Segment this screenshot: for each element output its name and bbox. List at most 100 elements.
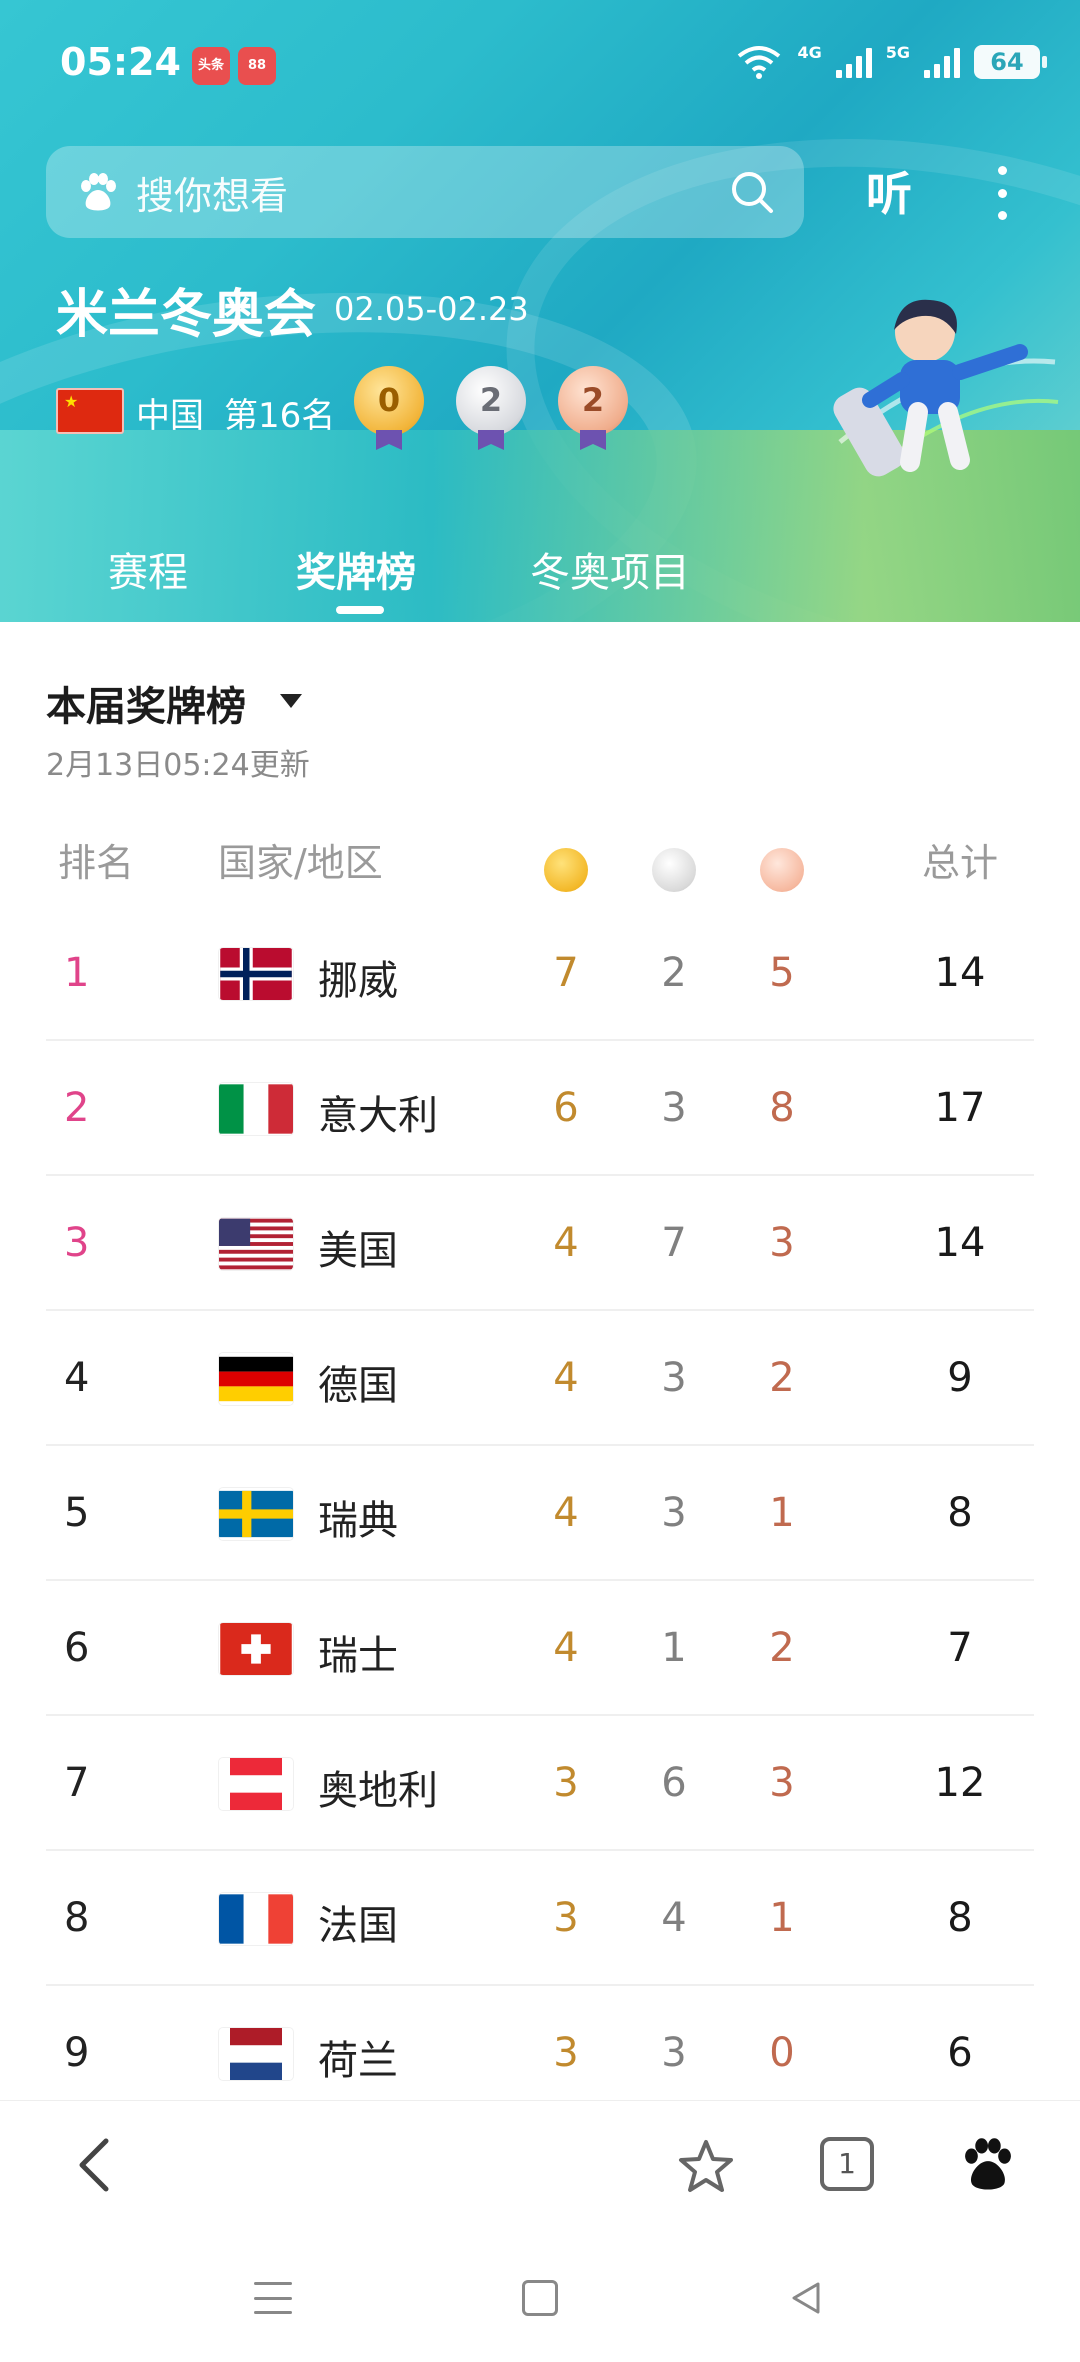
table-row[interactable]: 5 瑞典 4 3 1 8	[0, 1446, 1080, 1581]
table-row[interactable]: 4 德国 4 3 2 9	[0, 1311, 1080, 1446]
tab-events[interactable]: 冬奥项目	[530, 540, 690, 598]
home-icon[interactable]	[522, 2280, 558, 2316]
back-icon[interactable]	[70, 2135, 120, 2195]
germany-flag-icon	[219, 1356, 293, 1402]
row-bronze: 2	[769, 1355, 795, 1401]
tabs-icon[interactable]: 1	[820, 2137, 874, 2191]
caret-down-icon[interactable]	[280, 694, 302, 708]
system-back-icon[interactable]	[786, 2278, 826, 2318]
row-country: 荷兰	[318, 2038, 398, 2084]
row-silver: 2	[661, 950, 687, 996]
row-bronze: 1	[769, 1490, 795, 1536]
row-bronze: 1	[769, 1895, 795, 1941]
china-flag-icon: ★	[56, 388, 124, 434]
row-gold: 4	[553, 1490, 579, 1536]
row-silver: 1	[661, 1625, 687, 1671]
row-gold: 7	[553, 950, 579, 996]
row-gold: 4	[553, 1625, 579, 1671]
row-silver: 7	[661, 1220, 687, 1266]
usa-flag-icon	[219, 1218, 293, 1270]
table-row[interactable]: 6 瑞士 4 1 2 7	[0, 1581, 1080, 1716]
mascot-illustration	[833, 299, 1059, 477]
notification-app-icon: 88	[238, 47, 276, 85]
table-row[interactable]: 7 奥地利 3 6 3 12	[0, 1716, 1080, 1851]
row-gold: 4	[553, 1355, 579, 1401]
row-bronze: 3	[769, 1220, 795, 1266]
table-row[interactable]: 8 法国 3 4 1 8	[0, 1851, 1080, 1986]
row-rank: 7	[64, 1760, 90, 1806]
row-country: 瑞士	[318, 1633, 398, 1679]
tab-indicator	[336, 606, 384, 614]
search-icon[interactable]	[728, 168, 776, 216]
bronze-medal-icon	[760, 848, 804, 892]
row-rank: 8	[64, 1895, 90, 1941]
network-type-label: 4G	[797, 42, 822, 62]
table-row[interactable]: 1 挪威 7 2 5 14	[0, 906, 1080, 1041]
row-silver: 4	[661, 1895, 687, 1941]
row-gold: 3	[553, 1895, 579, 1941]
row-country: 意大利	[318, 1093, 438, 1139]
gold-medal-icon	[544, 848, 588, 892]
table-row[interactable]: 2 意大利 6 3 8 17	[0, 1041, 1080, 1176]
silver-medal-count: 2	[456, 366, 526, 436]
hero-banner: 05:24 头条 88 4G 5G 64 搜你想看 听 米兰冬奥会 02.05-…	[0, 0, 1080, 622]
event-title: 米兰冬奥会	[56, 285, 317, 345]
notification-app-icon: 头条	[192, 47, 230, 85]
row-gold: 3	[553, 2030, 579, 2076]
event-dates: 02.05-02.23	[334, 290, 529, 328]
board-title[interactable]: 本届奖牌榜	[46, 674, 246, 732]
row-silver: 3	[661, 1085, 687, 1131]
row-country: 瑞典	[318, 1498, 398, 1544]
system-navigation-bar	[0, 2230, 1080, 2362]
row-silver: 6	[661, 1760, 687, 1806]
sweden-flag-icon	[219, 1490, 293, 1538]
row-rank: 5	[64, 1490, 90, 1536]
star-icon[interactable]	[676, 2137, 736, 2197]
header-rank: 排名	[58, 841, 135, 885]
row-bronze: 5	[769, 950, 795, 996]
row-bronze: 2	[769, 1625, 795, 1671]
france-flag-icon	[219, 1894, 293, 1944]
norway-flag-icon	[220, 948, 292, 1000]
search-bar[interactable]: 搜你想看	[46, 146, 804, 238]
row-total: 14	[934, 1220, 986, 1266]
row-gold: 4	[553, 1220, 579, 1266]
header-country: 国家/地区	[218, 841, 383, 885]
tab-bar: 赛程 奖牌榜 冬奥项目	[0, 520, 1080, 622]
row-rank: 6	[64, 1625, 90, 1671]
signal-icon	[835, 46, 872, 78]
row-rank: 2	[64, 1085, 90, 1131]
row-total: 7	[947, 1625, 973, 1671]
more-icon[interactable]	[992, 166, 1012, 220]
row-country: 德国	[318, 1363, 398, 1409]
row-silver: 3	[661, 1490, 687, 1536]
table-row[interactable]: 3 美国 4 7 3 14	[0, 1176, 1080, 1311]
silver-medal-icon	[652, 848, 696, 892]
table-header: 排名 国家/地区 总计	[0, 832, 1080, 892]
netherlands-flag-icon	[230, 2028, 282, 2080]
row-country: 奥地利	[318, 1768, 438, 1814]
listen-button[interactable]: 听	[866, 158, 912, 224]
switzerland-flag-icon	[220, 1623, 292, 1675]
medal-board: 本届奖牌榜 2月13日05:24更新 排名 国家/地区 总计 1 挪威 7 2 …	[0, 622, 1080, 2121]
row-rank: 9	[64, 2030, 90, 2076]
row-silver: 3	[661, 2030, 687, 2076]
signal-icon	[924, 46, 960, 78]
baidu-paw-icon[interactable]	[960, 2137, 1016, 2193]
search-input[interactable]: 搜你想看	[136, 165, 288, 220]
row-rank: 3	[64, 1220, 90, 1266]
battery-icon: 64	[974, 45, 1047, 79]
update-time: 2月13日05:24更新	[46, 748, 310, 783]
status-time: 05:24	[60, 40, 181, 84]
status-bar: 05:24 头条 88 4G 5G 64	[0, 0, 1080, 130]
medal-table: 1 挪威 7 2 5 14 2 意大利 6 3 8 17 3 美国 4 7 3 …	[0, 906, 1080, 2121]
tab-schedule[interactable]: 赛程	[108, 540, 188, 598]
menu-icon[interactable]	[254, 2282, 292, 2314]
tab-medals[interactable]: 奖牌榜	[296, 540, 416, 598]
row-country: 挪威	[318, 958, 398, 1004]
gold-medal-count: 0	[354, 366, 424, 436]
row-total: 12	[934, 1760, 986, 1806]
austria-flag-icon	[230, 1758, 282, 1810]
row-total: 8	[947, 1490, 973, 1536]
row-rank: 4	[64, 1355, 90, 1401]
